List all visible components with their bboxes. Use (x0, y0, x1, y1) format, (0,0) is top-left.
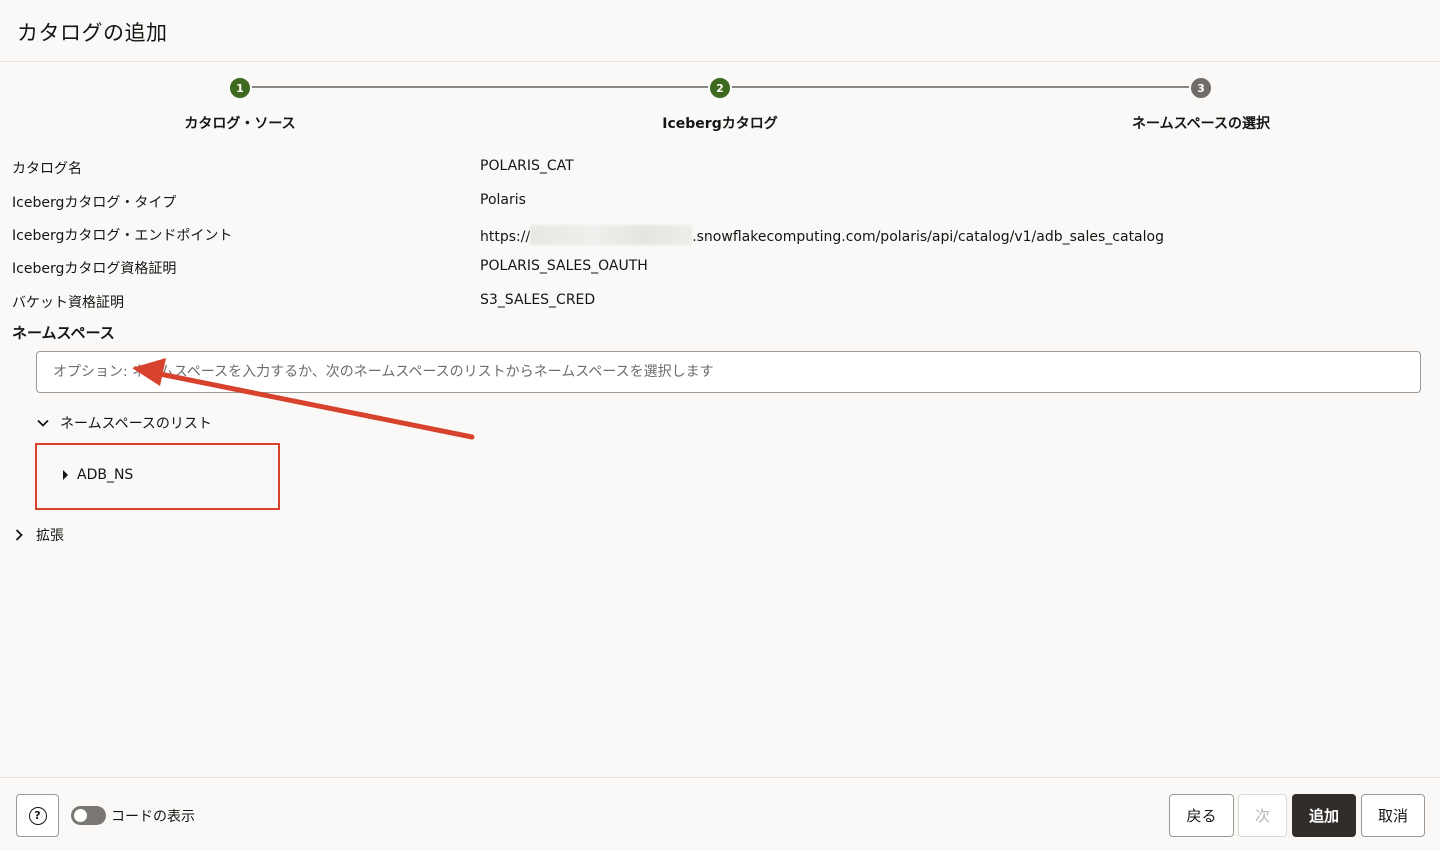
add-button[interactable]: 追加 (1292, 794, 1356, 837)
chevron-right-icon (15, 529, 23, 541)
catalog-credential-label: Icebergカタログ資格証明 (12, 261, 177, 277)
namespace-section-title: ネームスペース (12, 324, 115, 342)
advanced-label: 拡張 (36, 528, 64, 544)
bucket-credential-value: S3_SALES_CRED (480, 292, 596, 308)
namespace-item-label: ADB_NS (77, 467, 134, 483)
namespace-input[interactable] (36, 351, 1421, 393)
endpoint-prefix: https:// (480, 229, 531, 245)
step-1-indicator[interactable]: 1 (228, 76, 252, 100)
catalog-endpoint-label: Icebergカタログ・エンドポイント (12, 228, 233, 244)
namespace-tree-item[interactable]: ADB_NS (63, 467, 133, 483)
redacted-host (530, 225, 693, 245)
page-title: カタログの追加 (17, 21, 168, 45)
help-button[interactable]: ? (16, 794, 59, 837)
namespace-list-label: ネームスペースのリスト (60, 416, 212, 432)
show-code-toggle[interactable] (71, 806, 106, 825)
bucket-credential-label: バケット資格証明 (12, 295, 124, 311)
step-3-indicator[interactable]: 3 (1189, 76, 1213, 100)
stepper-line-1 (240, 86, 720, 88)
toggle-knob (74, 809, 87, 822)
step-2-indicator[interactable]: 2 (708, 76, 732, 100)
cancel-button[interactable]: 取消 (1361, 794, 1425, 837)
help-icon: ? (28, 806, 47, 825)
endpoint-suffix: .snowflakecomputing.com/polaris/api/cata… (692, 229, 1164, 245)
catalog-type-label: Icebergカタログ・タイプ (12, 195, 177, 211)
step-1-label[interactable]: カタログ・ソース (184, 113, 295, 133)
step-3-label[interactable]: ネームスペースの選択 (1132, 113, 1270, 133)
step-2-label[interactable]: Icebergカタログ (662, 113, 777, 133)
catalog-name-value: POLARIS_CAT (480, 158, 574, 174)
show-code-label: コードの表示 (111, 809, 195, 825)
add-catalog-page: カタログの追加 1 2 3 カタログ・ソース Icebergカタログ ネームスペ… (0, 0, 1440, 851)
caret-right-icon (63, 470, 68, 480)
catalog-credential-value: POLARIS_SALES_OAUTH (480, 258, 648, 274)
advanced-toggle[interactable]: 拡張 (12, 525, 64, 545)
catalog-type-value: Polaris (480, 192, 526, 208)
footer-bar: ? コードの表示 戻る 次 追加 取消 (0, 777, 1440, 851)
stepper-line-2 (720, 86, 1201, 88)
next-button[interactable]: 次 (1238, 794, 1287, 837)
back-button[interactable]: 戻る (1169, 794, 1234, 837)
catalog-endpoint-value: https:// .snowflakecomputing.com/polaris/… (480, 225, 1164, 245)
chevron-down-icon (37, 419, 49, 427)
namespace-list-toggle[interactable]: ネームスペースのリスト (36, 413, 212, 433)
page-header: カタログの追加 (0, 0, 1440, 62)
catalog-name-label: カタログ名 (12, 161, 82, 177)
